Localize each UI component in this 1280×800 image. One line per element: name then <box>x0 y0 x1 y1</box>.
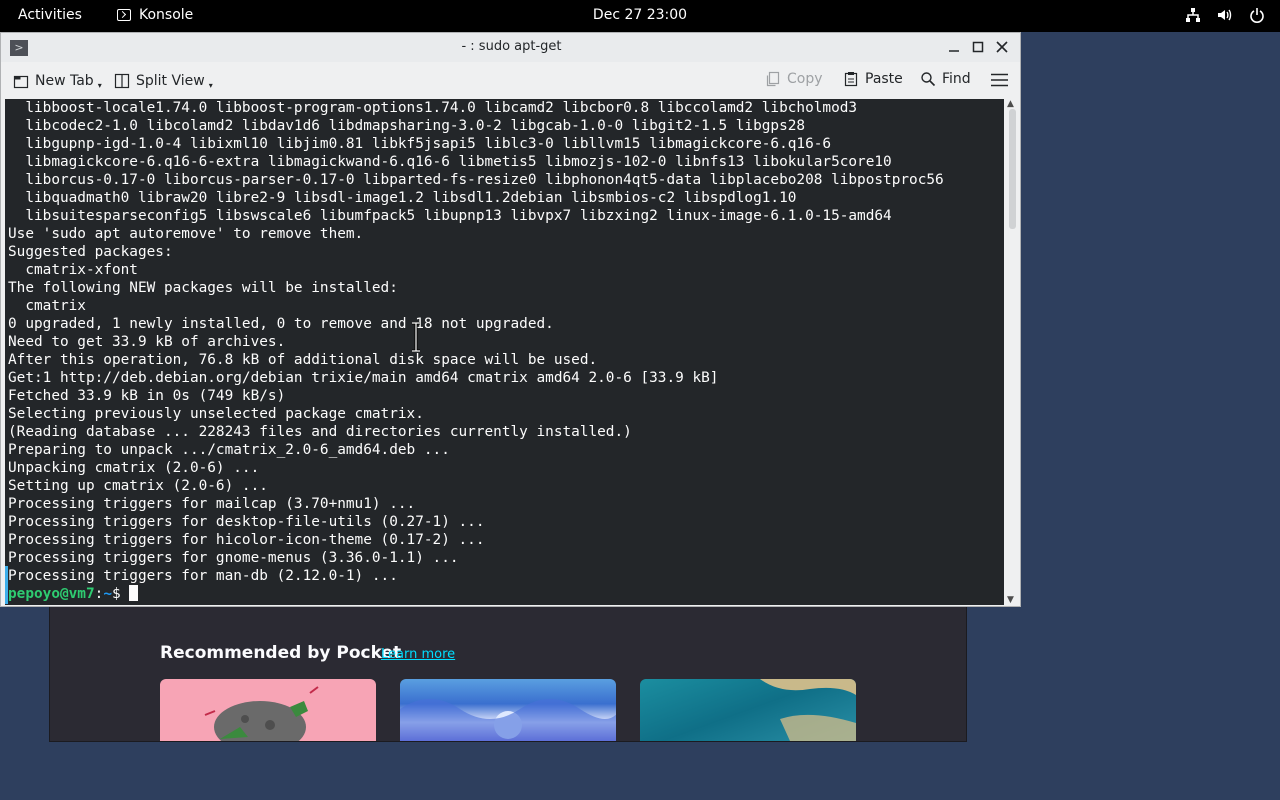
clock[interactable]: Dec 27 23:00 <box>0 7 1280 23</box>
command-marker <box>5 566 8 604</box>
close-button[interactable] <box>994 38 1010 56</box>
paste-button[interactable]: Paste <box>843 71 903 87</box>
new-tab-icon <box>13 75 29 88</box>
copy-label: Copy <box>787 71 823 87</box>
copy-icon <box>766 71 780 87</box>
scrollbar-thumb[interactable] <box>1009 109 1016 229</box>
prompt-user-host: pepoyo@vm7 <box>8 586 95 602</box>
scroll-down-icon[interactable]: ▼ <box>1007 595 1014 605</box>
split-view-icon <box>114 73 130 88</box>
terminal-cursor <box>129 585 139 601</box>
paste-icon <box>844 72 858 87</box>
terminal-line: Fetched 33.9 kB in 0s (749 kB/s) <box>8 388 286 404</box>
prompt-symbol: $ <box>111 586 130 602</box>
prompt-path: ~ <box>103 586 112 602</box>
terminal-output[interactable]: libboost-locale1.74.0 libboost-program-o… <box>5 99 1004 605</box>
text-cursor-icon <box>412 322 420 352</box>
network-icon[interactable] <box>1184 6 1202 24</box>
terminal-line: After this operation, 76.8 kB of additio… <box>8 352 598 368</box>
terminal-line: libcodec2-1.0 libcolamd2 libdav1d6 libdm… <box>8 118 806 134</box>
hamburger-menu-icon <box>991 73 1008 87</box>
terminal-line: Get:1 http://deb.debian.org/debian trixi… <box>8 370 719 386</box>
window-titlebar[interactable]: > - : sudo apt-get <box>1 33 1020 62</box>
dropdown-caret-icon: ▾ <box>97 81 102 90</box>
terminal-line: Preparing to unpack .../cmatrix_2.0-6_am… <box>8 442 450 458</box>
konsole-window: > - : sudo apt-get New Tab ▾ Split View … <box>0 32 1021 607</box>
minimize-button[interactable] <box>946 38 962 56</box>
terminal-line: liborcus-0.17-0 liborcus-parser-0.17-0 l… <box>8 172 944 188</box>
new-tab-button[interactable]: New Tab ▾ <box>13 71 102 90</box>
volume-icon[interactable] <box>1216 6 1234 24</box>
find-label: Find <box>942 71 971 87</box>
browser-window: Recommended by Pocket Learn more <box>49 600 967 742</box>
terminal-lines: libboost-locale1.74.0 libboost-program-o… <box>8 99 944 603</box>
terminal-line: libboost-locale1.74.0 libboost-program-o… <box>8 100 858 116</box>
terminal-line: The following NEW packages will be insta… <box>8 280 398 296</box>
terminal-line: Need to get 33.9 kB of archives. <box>8 334 286 350</box>
find-button[interactable]: Find <box>920 71 971 87</box>
terminal-line: (Reading database ... 228243 files and d… <box>8 424 632 440</box>
top-bar: Activities Konsole Dec 27 23:00 <box>0 0 1280 32</box>
dropdown-caret-icon: ▾ <box>208 81 213 90</box>
terminal-line: Processing triggers for mailcap (3.70+nm… <box>8 496 416 512</box>
split-view-label: Split View <box>136 72 205 89</box>
terminal-line: Selecting previously unselected package … <box>8 406 424 422</box>
terminal-line: libsuitesparseconfig5 libswscale6 libumf… <box>8 208 892 224</box>
terminal-line: Processing triggers for hicolor-icon-the… <box>8 532 485 548</box>
terminal-line: Setting up cmatrix (2.0-6) ... <box>8 478 268 494</box>
terminal-line: Processing triggers for desktop-file-uti… <box>8 514 485 530</box>
new-tab-label: New Tab <box>35 72 94 89</box>
terminal-line: cmatrix <box>8 298 86 314</box>
learn-more-link[interactable]: Learn more <box>381 647 455 662</box>
window-title: - : sudo apt-get <box>461 39 562 54</box>
pocket-card-image[interactable] <box>160 679 376 741</box>
maximize-button[interactable] <box>970 38 986 56</box>
paste-label: Paste <box>865 71 903 87</box>
system-tray[interactable] <box>1184 6 1266 24</box>
terminal-line: libquadmath0 libraw20 libre2-9 libsdl-im… <box>8 190 797 206</box>
terminal-line: Use 'sudo apt autoremove' to remove them… <box>8 226 364 242</box>
scroll-up-icon[interactable]: ▲ <box>1007 99 1014 109</box>
pocket-heading: Recommended by Pocket <box>160 643 402 663</box>
copy-button[interactable]: Copy <box>765 71 823 87</box>
terminal-line: libmagickcore-6.q16-6-extra libmagickwan… <box>8 154 892 170</box>
power-icon[interactable] <box>1248 6 1266 24</box>
terminal-line: cmatrix-xfont <box>8 262 138 278</box>
search-icon <box>921 72 936 87</box>
prompt-separator: : <box>94 586 104 602</box>
toolbar: New Tab ▾ Split View ▾ Copy Paste Find <box>1 62 1020 99</box>
hamburger-menu-button[interactable] <box>991 73 1008 87</box>
terminal-line: Processing triggers for gnome-menus (3.3… <box>8 550 459 566</box>
terminal-line: libgupnp-igd-1.0-4 libixml10 libjim0.81 … <box>8 136 832 152</box>
pocket-card-image[interactable] <box>400 679 616 741</box>
terminal-line: Processing triggers for man-db (2.12.0-1… <box>8 568 398 584</box>
terminal-line: Suggested packages: <box>8 244 173 260</box>
terminal-line: Unpacking cmatrix (2.0-6) ... <box>8 460 260 476</box>
shell-prompt[interactable]: pepoyo@vm7:~$ <box>8 585 944 603</box>
pocket-card-image[interactable] <box>640 679 856 741</box>
split-view-button[interactable]: Split View ▾ <box>114 71 213 90</box>
terminal-scrollbar[interactable]: ▲ ▼ <box>1006 99 1019 605</box>
terminal-line: 0 upgraded, 1 newly installed, 0 to remo… <box>8 316 554 332</box>
